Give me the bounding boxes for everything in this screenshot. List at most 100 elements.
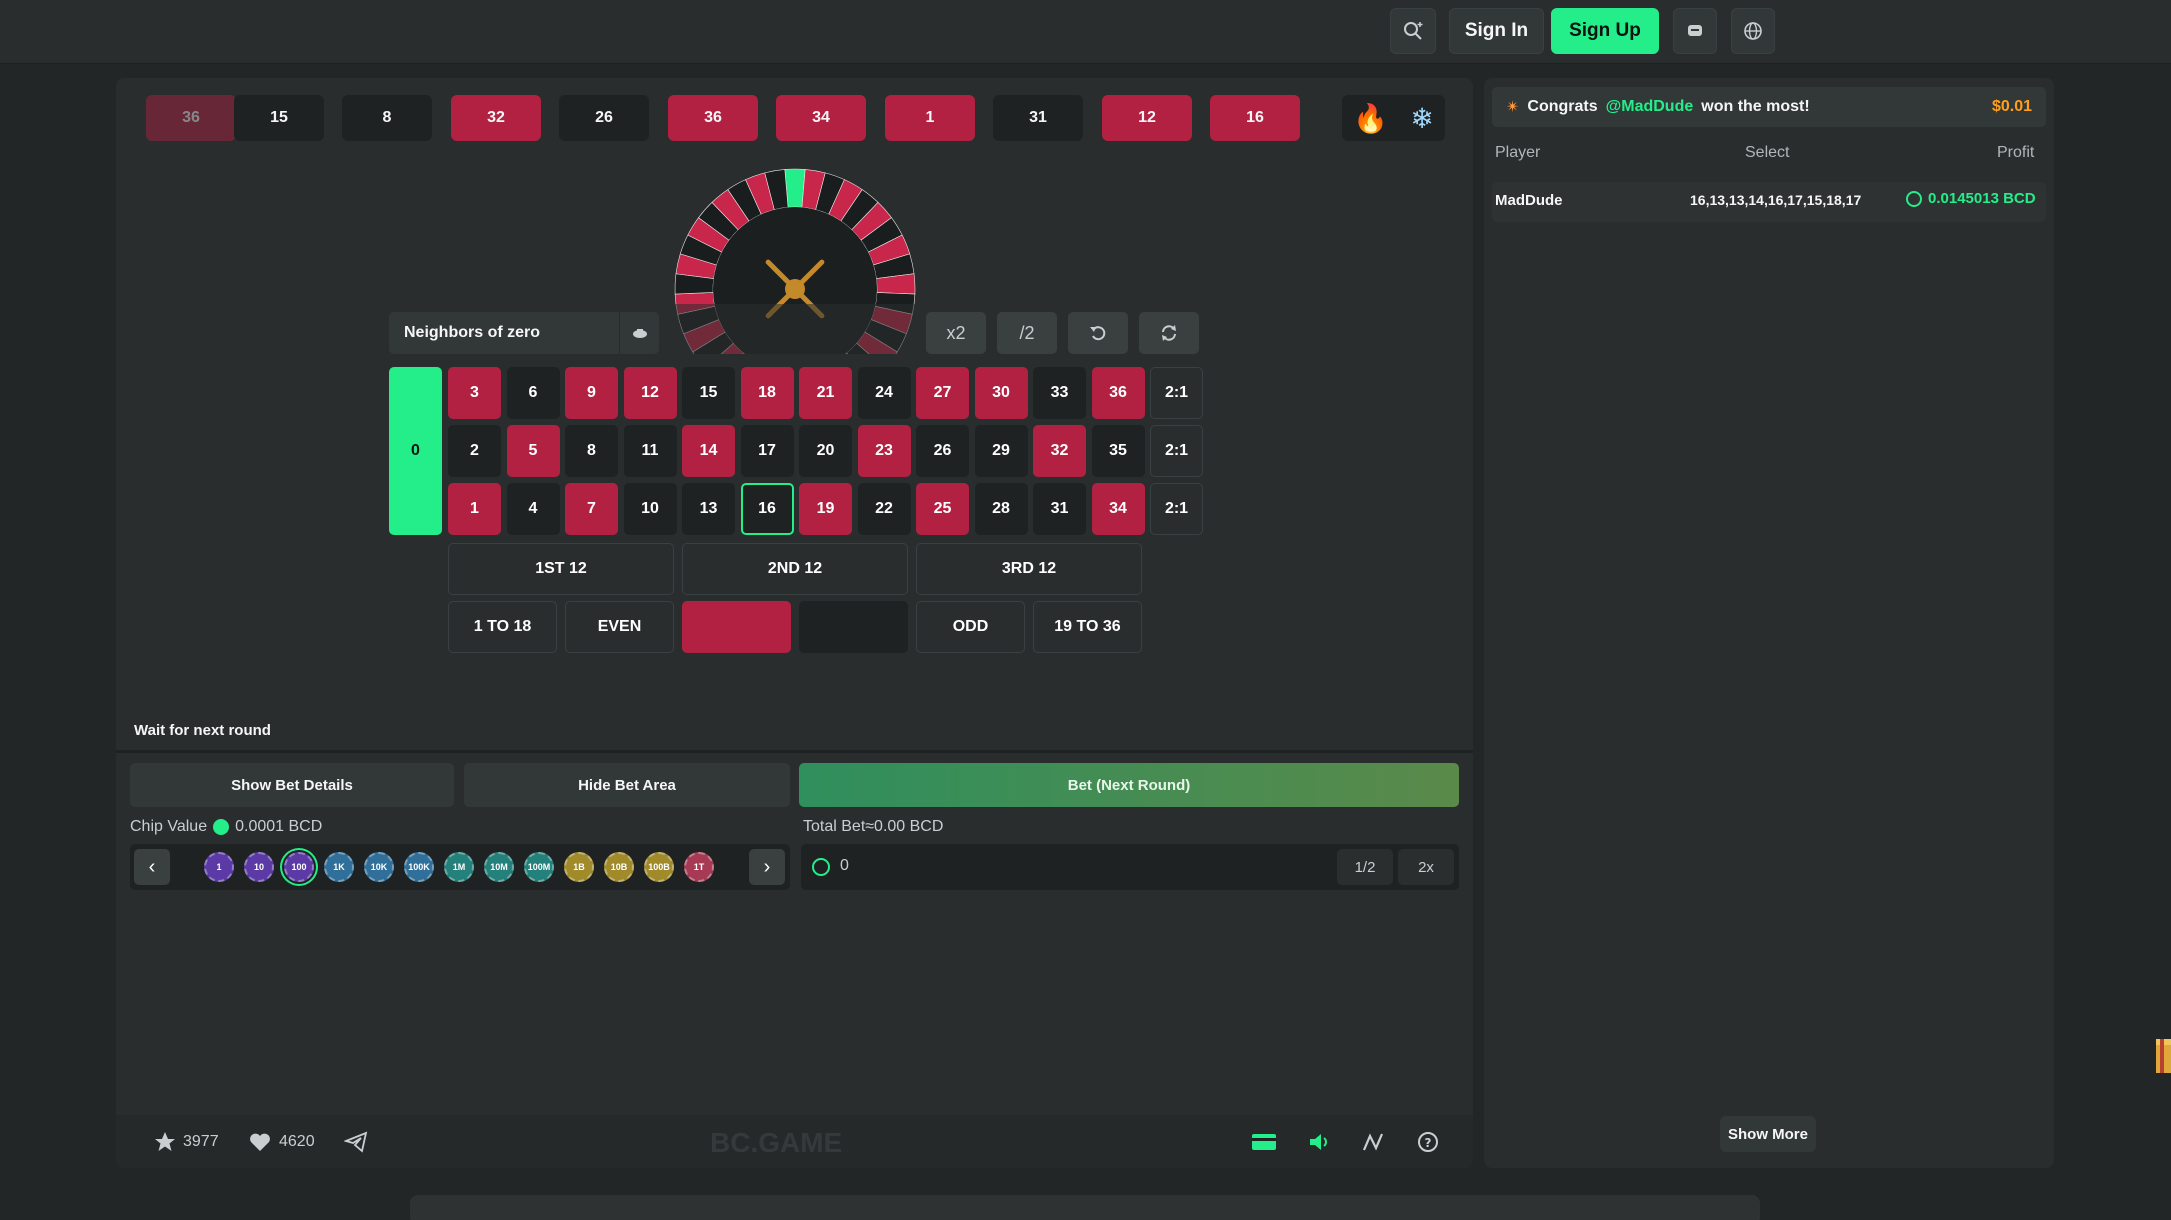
sign-in-button[interactable]: Sign In	[1449, 8, 1544, 54]
number-cell[interactable]: 2	[448, 425, 501, 477]
help-button[interactable]: ?	[1414, 1128, 1442, 1156]
chip[interactable]: 10M	[484, 852, 514, 882]
number-cell[interactable]: 24	[857, 367, 911, 419]
show-more-button[interactable]: Show More	[1720, 1116, 1816, 1152]
number-cell[interactable]: 11	[623, 425, 677, 477]
high-bet-cell[interactable]: 19 TO 36	[1033, 601, 1142, 653]
number-cell[interactable]: 8	[565, 425, 618, 477]
even-bet-cell[interactable]: EVEN	[565, 601, 674, 653]
dozen-bet-cell[interactable]: 2ND 12	[682, 543, 908, 595]
share-button[interactable]	[342, 1128, 370, 1156]
number-cell[interactable]: 1	[448, 483, 501, 535]
number-cell[interactable]: 28	[974, 483, 1028, 535]
chip-prev-button[interactable]: ‹	[134, 849, 170, 885]
like-button[interactable]	[246, 1128, 274, 1156]
number-cell[interactable]: 27	[916, 367, 969, 419]
double-amount-button[interactable]: 2x	[1398, 849, 1454, 885]
congrats-prefix: Congrats	[1527, 98, 1598, 115]
show-bet-details-button[interactable]: Show Bet Details	[130, 763, 454, 807]
sound-button[interactable]	[1305, 1128, 1333, 1156]
number-cell[interactable]: 25	[916, 483, 969, 535]
number-cell[interactable]: 17	[740, 425, 794, 477]
card-icon	[1252, 1134, 1276, 1150]
number-cell[interactable]: 10	[623, 483, 677, 535]
number-cell[interactable]: 30	[974, 367, 1028, 419]
number-cell[interactable]: 6	[506, 367, 560, 419]
red-bet-cell[interactable]	[682, 601, 791, 653]
favorite-count: 3977	[183, 1133, 219, 1150]
number-cell[interactable]: 32	[1033, 425, 1086, 477]
low-bet-cell[interactable]: 1 TO 18	[448, 601, 557, 653]
language-button[interactable]	[1731, 8, 1775, 54]
chip-next-button[interactable]: ›	[749, 849, 785, 885]
hot-cold-toggle[interactable]: 🔥 ❄	[1342, 95, 1445, 141]
chip[interactable]: 10K	[364, 852, 394, 882]
number-cell[interactable]: 33	[1033, 367, 1086, 419]
favorite-button[interactable]	[151, 1128, 179, 1156]
winners-panel	[1484, 78, 2054, 1168]
chip[interactable]: 1	[204, 852, 234, 882]
number-cell[interactable]: 5	[506, 425, 560, 477]
number-cell[interactable]: 31	[1033, 483, 1086, 535]
zero-cell[interactable]: 0	[389, 367, 442, 535]
bet-amount-value: 0	[840, 857, 849, 874]
half-bet-button[interactable]: /2	[997, 312, 1057, 354]
winner-handle[interactable]: @MadDude	[1606, 98, 1694, 116]
number-cell[interactable]: 20	[799, 425, 852, 477]
number-cell[interactable]: 3	[448, 367, 501, 419]
dozen-bet-cell[interactable]: 3RD 12	[916, 543, 1142, 595]
number-cell[interactable]: 26	[916, 425, 969, 477]
chat-button[interactable]	[1673, 8, 1717, 54]
odd-bet-cell[interactable]: ODD	[916, 601, 1025, 653]
dozen-bet-cell[interactable]: 1ST 12	[448, 543, 674, 595]
stats-button[interactable]	[1359, 1128, 1387, 1156]
black-bet-cell[interactable]	[799, 601, 908, 653]
chip[interactable]: 1T	[684, 852, 714, 882]
number-cell[interactable]: 9	[565, 367, 618, 419]
number-cell[interactable]: 36	[1091, 367, 1145, 419]
number-cell[interactable]: 7	[565, 483, 618, 535]
number-cell[interactable]: 12	[623, 367, 677, 419]
sign-up-button[interactable]: Sign Up	[1551, 8, 1659, 54]
number-cell[interactable]: 4	[506, 483, 560, 535]
search-button[interactable]	[1390, 8, 1436, 54]
number-cell[interactable]: 15	[682, 367, 735, 419]
repeat-button[interactable]	[1139, 312, 1199, 354]
gift-icon[interactable]	[2150, 1025, 2171, 1081]
double-bet-button[interactable]: x2	[926, 312, 986, 354]
chip[interactable]: 100K	[404, 852, 434, 882]
half-amount-button[interactable]: 1/2	[1337, 849, 1393, 885]
number-cell[interactable]: 18	[740, 367, 794, 419]
number-cell[interactable]: 22	[857, 483, 911, 535]
chip[interactable]: 10B	[604, 852, 634, 882]
column-bet-cell[interactable]: 2:1	[1150, 483, 1203, 535]
number-cell[interactable]: 14	[682, 425, 735, 477]
chip[interactable]: 100M	[524, 852, 554, 882]
column-bet-cell[interactable]: 2:1	[1150, 367, 1203, 419]
chip[interactable]: 1M	[444, 852, 474, 882]
undo-button[interactable]	[1068, 312, 1128, 354]
chip[interactable]: 100	[284, 852, 314, 882]
number-cell[interactable]: 13	[682, 483, 735, 535]
chip[interactable]: 100B	[644, 852, 674, 882]
number-cell[interactable]: 35	[1091, 425, 1145, 477]
number-cell[interactable]: 16	[740, 483, 794, 535]
column-bet-cell[interactable]: 2:1	[1150, 425, 1203, 477]
chip[interactable]: 10	[244, 852, 274, 882]
row-player[interactable]: MadDude	[1495, 192, 1563, 209]
number-cell[interactable]: 19	[799, 483, 852, 535]
chat-icon	[1688, 25, 1702, 36]
place-bet-button[interactable]: Bet (Next Round)	[799, 763, 1459, 807]
number-cell[interactable]: 34	[1091, 483, 1145, 535]
refresh-icon	[1162, 325, 1176, 341]
hide-bet-area-button[interactable]: Hide Bet Area	[464, 763, 790, 807]
chip[interactable]: 1K	[324, 852, 354, 882]
preset-settings-icon[interactable]	[619, 312, 659, 354]
number-cell[interactable]: 21	[799, 367, 852, 419]
bet-preset-select[interactable]: Neighbors of zero	[389, 312, 659, 354]
chip[interactable]: 1B	[564, 852, 594, 882]
card-view-button[interactable]	[1250, 1128, 1278, 1156]
number-cell[interactable]: 23	[857, 425, 911, 477]
number-cell[interactable]: 29	[974, 425, 1028, 477]
row-profit-amount: 0.0145013 BCD	[1928, 190, 2036, 207]
